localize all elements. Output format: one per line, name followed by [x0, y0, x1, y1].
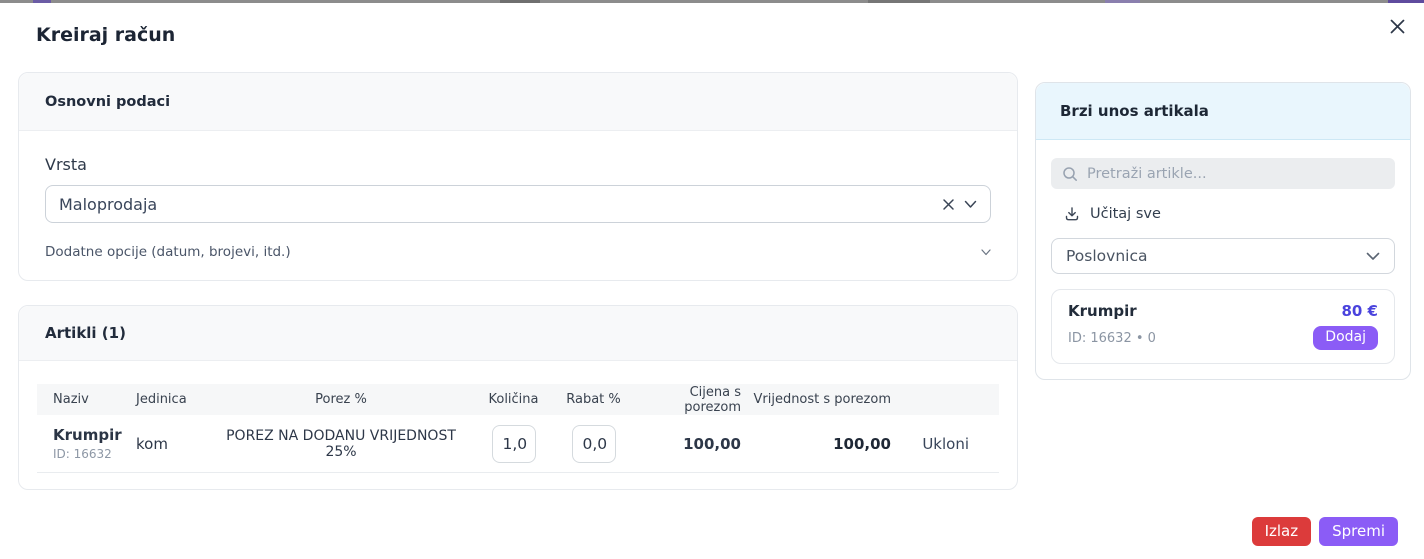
- search-input[interactable]: [1087, 166, 1384, 182]
- table-row: Krumpir ID: 16632 kom POREZ NA DODANU VR…: [37, 415, 999, 473]
- col-header-naziv: Naziv: [37, 392, 136, 407]
- articles-section-title: Artikli (1): [45, 324, 126, 342]
- top-strip-segment: [33, 0, 51, 3]
- col-header-cijena: Cijena s porezom: [631, 385, 741, 415]
- basic-data-section: Osnovni podaci Vrsta Maloprodaja Dodatne…: [18, 72, 1018, 281]
- quick-add-item: Krumpir 80 € ID: 16632 • 0 Dodaj: [1051, 289, 1395, 364]
- branch-select[interactable]: Poslovnica: [1051, 238, 1395, 274]
- clear-icon[interactable]: [942, 198, 955, 211]
- close-icon[interactable]: [1386, 15, 1408, 37]
- top-strip-segment: [500, 0, 540, 3]
- quick-add-title: Brzi unos artikala: [1060, 102, 1209, 120]
- col-header-jedinica: Jedinica: [136, 392, 211, 407]
- basic-section-header: Osnovni podaci: [19, 73, 1017, 131]
- remove-article-button[interactable]: Ukloni: [922, 435, 969, 453]
- col-header-kolicina: Količina: [471, 392, 556, 407]
- col-header-porez: Porez %: [211, 392, 471, 407]
- quick-item-price: 80 €: [1341, 302, 1378, 320]
- col-header-rabat: Rabat %: [556, 392, 631, 407]
- load-all-button[interactable]: Učitaj sve: [1064, 206, 1395, 222]
- top-strip-segment: [1388, 0, 1424, 3]
- col-header-vrijednost: Vrijednost s porezom: [741, 392, 891, 407]
- quick-add-panel: Brzi unos artikala Učitaj sve Poslovnica…: [1035, 82, 1411, 380]
- article-name: Krumpir: [53, 426, 136, 444]
- top-strip-segment: [868, 0, 930, 3]
- price-with-tax: 100,00: [631, 435, 741, 453]
- value-with-tax: 100,00: [741, 435, 891, 453]
- article-search[interactable]: [1051, 158, 1395, 189]
- footer-actions: Izlaz Spremi: [1252, 517, 1398, 546]
- table-header-row: Naziv Jedinica Porez % Količina Rabat % …: [37, 384, 999, 415]
- chevron-down-icon: [1366, 252, 1380, 261]
- exit-button[interactable]: Izlaz: [1252, 517, 1312, 546]
- invoice-type-value: Maloprodaja: [59, 195, 942, 214]
- article-id: ID: 16632: [53, 447, 136, 461]
- articles-table: Naziv Jedinica Porez % Količina Rabat % …: [19, 361, 1017, 473]
- chevron-down-icon[interactable]: [964, 200, 977, 209]
- additional-options-label: Dodatne opcije (datum, brojevi, itd.): [45, 244, 291, 260]
- quantity-input[interactable]: [492, 425, 536, 463]
- search-icon: [1062, 166, 1078, 182]
- basic-section-title: Osnovni podaci: [45, 94, 170, 110]
- top-edge-strip: [0, 0, 1424, 3]
- invoice-type-select[interactable]: Maloprodaja: [45, 185, 991, 223]
- download-icon: [1064, 206, 1080, 222]
- chevron-down-icon: [981, 249, 991, 256]
- quick-item-name: Krumpir: [1068, 302, 1137, 320]
- branch-select-value: Poslovnica: [1066, 247, 1147, 265]
- top-strip-segment: [1105, 0, 1140, 3]
- article-unit: kom: [136, 435, 211, 453]
- articles-section-header: Artikli (1): [19, 306, 1017, 361]
- article-tax: POREZ NA DODANU VRIJEDNOST 25%: [211, 428, 471, 460]
- type-field-label: Vrsta: [45, 155, 991, 174]
- quick-add-header: Brzi unos artikala: [1036, 83, 1410, 140]
- discount-input[interactable]: [572, 425, 616, 463]
- load-all-label: Učitaj sve: [1090, 206, 1161, 222]
- quick-item-meta: ID: 16632 • 0: [1068, 331, 1156, 346]
- save-button[interactable]: Spremi: [1319, 517, 1398, 546]
- page-title: Kreiraj račun: [36, 24, 175, 46]
- additional-options-toggle[interactable]: Dodatne opcije (datum, brojevi, itd.): [45, 244, 991, 260]
- add-item-button[interactable]: Dodaj: [1313, 326, 1378, 350]
- articles-section: Artikli (1) Naziv Jedinica Porez % Količ…: [18, 305, 1018, 490]
